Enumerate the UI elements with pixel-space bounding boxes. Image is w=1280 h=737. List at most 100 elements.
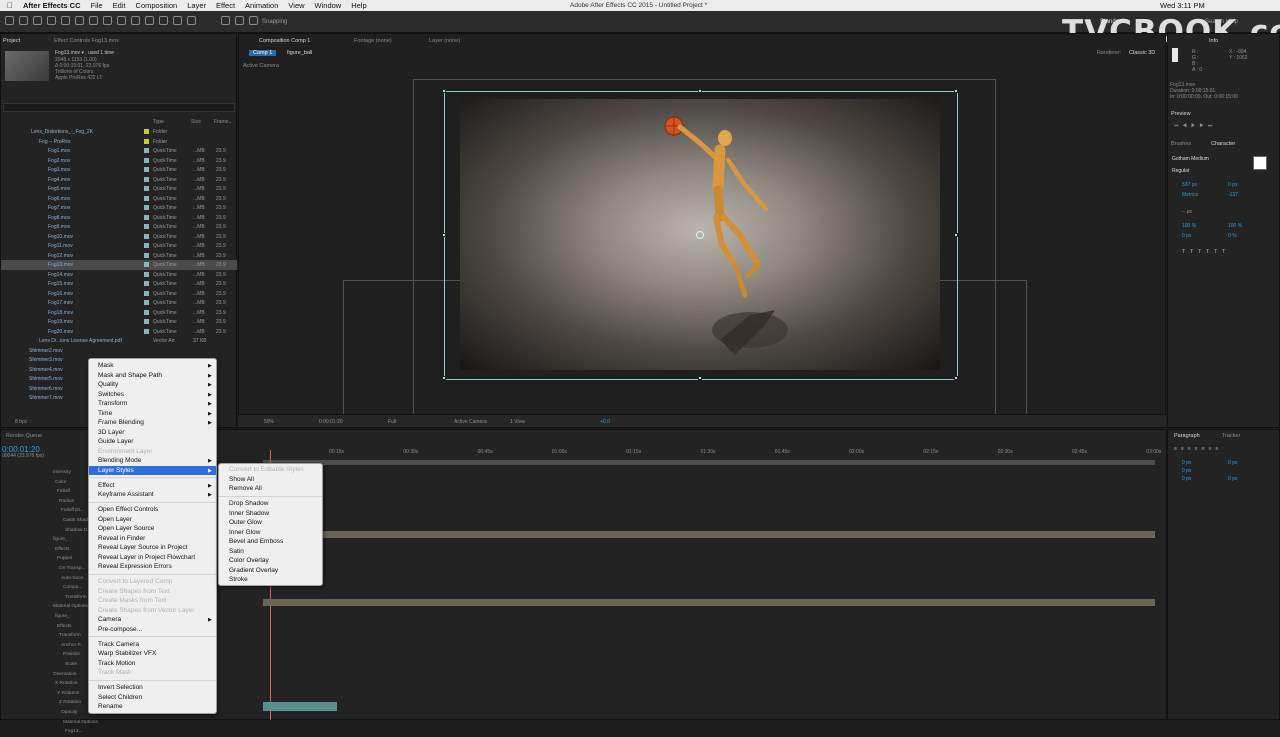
menu-item-layer-styles[interactable]: Layer Styles ▶	[89, 465, 216, 475]
label-color-swatch[interactable]	[144, 233, 149, 239]
text-style-buttons[interactable]: TTTTTT	[1182, 249, 1230, 255]
project-file-row[interactable]: Fog7.mov QuickTime ...MB 23.9	[1, 203, 237, 213]
menu-item-stroke[interactable]: Stroke	[219, 575, 322, 585]
label-color-swatch[interactable]	[144, 319, 149, 324]
brush-tool-icon[interactable]	[131, 16, 140, 25]
tab-footage[interactable]: Footage (none)	[354, 38, 392, 44]
menu-item-inner-shadow[interactable]: Inner Shadow	[219, 509, 322, 519]
menu-composition[interactable]: Composition	[131, 1, 183, 10]
label-color-swatch[interactable]	[144, 176, 149, 182]
snapping-toggle[interactable]: Snapping	[262, 19, 287, 25]
menu-item-transform[interactable]: Transform ▶	[89, 399, 216, 409]
menu-item-warp-stabilizer-vfx[interactable]: Warp Stabilizer VFX	[89, 649, 216, 659]
rotate-tool-icon[interactable]	[61, 16, 70, 25]
handle-tm[interactable]	[698, 89, 702, 93]
project-file-row[interactable]: Fog17.mov QuickTime ...MB 23.9	[1, 298, 237, 308]
breadcrumb-layer[interactable]: figure_ball	[287, 50, 312, 56]
font-size-value[interactable]: 537 px	[1182, 182, 1197, 188]
hand-tool-icon[interactable]	[33, 16, 42, 25]
tab-project[interactable]: Project	[3, 38, 20, 44]
tab-brushes[interactable]: Brushes	[1171, 141, 1191, 147]
menu-file[interactable]: File	[86, 1, 108, 10]
menu-view[interactable]: View	[283, 1, 309, 10]
menu-item-time[interactable]: Time ▶	[89, 409, 216, 419]
menu-item-mask[interactable]: Mask ▶	[89, 361, 216, 371]
label-color-swatch[interactable]	[144, 224, 149, 229]
menu-effect[interactable]: Effect	[211, 1, 240, 10]
tab-layer[interactable]: Layer (none)	[429, 38, 460, 44]
vertical-scale-value[interactable]: 100 %	[1182, 223, 1196, 229]
project-file-row[interactable]: Fog19.mov QuickTime ...MB 23.9	[1, 317, 237, 327]
handle-bl[interactable]	[442, 376, 446, 380]
handle-bm[interactable]	[698, 376, 702, 380]
type-tool-icon[interactable]	[117, 16, 126, 25]
menu-item-pre-compose[interactable]: Pre-compose...	[89, 625, 216, 635]
menu-item-drop-shadow[interactable]: Drop Shadow	[219, 499, 322, 509]
handle-tr[interactable]	[954, 89, 958, 93]
tab-info[interactable]: Info	[1209, 38, 1218, 44]
menu-item-frame-blending[interactable]: Frame Blending ▶	[89, 418, 216, 428]
stroke-width-value[interactable]: -- px	[1182, 209, 1192, 215]
menu-window[interactable]: Window	[310, 1, 347, 10]
handle-br[interactable]	[954, 376, 958, 380]
menu-item-mask-and-shape-path[interactable]: Mask and Shape Path ▶	[89, 371, 216, 381]
indent-left[interactable]: 0 px	[1182, 460, 1191, 466]
view-axis-icon[interactable]	[249, 16, 258, 25]
project-file-row[interactable]: Fog9.mov QuickTime ...MB 23.9	[1, 222, 237, 232]
horizontal-scale-value[interactable]: 100 %	[1228, 223, 1242, 229]
menu-item-quality[interactable]: Quality ▶	[89, 380, 216, 390]
pan-behind-tool-icon[interactable]	[89, 16, 98, 25]
menu-item-switches[interactable]: Switches ▶	[89, 390, 216, 400]
menu-item-keyframe-assistant[interactable]: Keyframe Assistant ▶	[89, 490, 216, 500]
label-color-swatch[interactable]	[144, 271, 149, 277]
menu-item-track-motion[interactable]: Track Motion	[89, 659, 216, 669]
world-axis-icon[interactable]	[235, 16, 244, 25]
menu-item-invert-selection[interactable]: Invert Selection	[89, 683, 216, 693]
label-color-swatch[interactable]	[144, 300, 149, 305]
menu-item-3d-layer[interactable]: 3D Layer	[89, 428, 216, 438]
menu-item-open-effect-controls[interactable]: Open Effect Controls	[89, 505, 216, 515]
menu-item-open-layer-source[interactable]: Open Layer Source	[89, 524, 216, 534]
tracking-value[interactable]: -137	[1228, 192, 1238, 198]
project-shimmer-row[interactable]: Shimmer2.mov	[1, 346, 237, 356]
tab-preview[interactable]: Preview	[1171, 111, 1191, 117]
menu-item-track-camera[interactable]: Track Camera	[89, 640, 216, 650]
project-file-row[interactable]: Fog5.mov QuickTime ...MB 23.9	[1, 184, 237, 194]
layer-bar-figure-2[interactable]	[263, 599, 1155, 606]
label-color-swatch[interactable]	[144, 243, 149, 248]
project-file-row[interactable]: Fog13.mov QuickTime ...MB 23.9	[1, 260, 237, 270]
views-dropdown[interactable]: 1 View	[510, 419, 525, 425]
menu-item-guide-layer[interactable]: Guide Layer	[89, 437, 216, 447]
apple-icon[interactable]: 	[0, 1, 18, 10]
tsume-value[interactable]: 0 %	[1228, 233, 1237, 239]
project-folder-row[interactable]: Lens_Distortions_-_Fog_2K Folder	[1, 127, 237, 137]
space-after[interactable]: 0 px	[1228, 476, 1237, 482]
handle-ml[interactable]	[442, 233, 446, 237]
project-file-row[interactable]: Fog4.mov QuickTime ...MB 23.9	[1, 175, 237, 185]
label-color-swatch[interactable]	[144, 328, 149, 334]
baseline-shift-value[interactable]: 0 px	[1182, 233, 1191, 239]
zoom-tool-icon[interactable]	[47, 16, 56, 25]
menu-item-camera[interactable]: Camera ▶	[89, 615, 216, 625]
project-file-row[interactable]: Fog16.mov QuickTime ...MB 23.9	[1, 289, 237, 299]
project-file-row[interactable]: Fog6.mov QuickTime ...MB 23.9	[1, 194, 237, 204]
menu-animation[interactable]: Animation	[240, 1, 283, 10]
indent-right[interactable]: 0 px	[1228, 460, 1237, 466]
label-color-swatch[interactable]	[144, 186, 149, 191]
project-folder-row[interactable]: Fog -- ProRes Folder	[1, 137, 237, 147]
layer-bar-figure-1[interactable]	[263, 531, 1155, 538]
menu-item-reveal-in-finder[interactable]: Reveal in Finder	[89, 534, 216, 544]
label-color-swatch[interactable]	[144, 195, 149, 201]
tab-tracker[interactable]: Tracker	[1222, 433, 1240, 439]
breadcrumb-comp[interactable]: Comp 1	[249, 50, 277, 56]
label-color-swatch[interactable]	[144, 309, 149, 315]
menu-item-show-all[interactable]: Show All	[219, 475, 322, 485]
handle-tl[interactable]	[442, 89, 446, 93]
project-file-row[interactable]: Fog18.mov QuickTime ...MB 23.9	[1, 308, 237, 318]
label-color-swatch[interactable]	[144, 138, 149, 144]
menu-item-gradient-overlay[interactable]: Gradient Overlay	[219, 566, 322, 576]
project-pdf-row[interactable]: Lens Di...ions License Agreement.pdf Vect…	[1, 336, 237, 346]
menu-item-open-layer[interactable]: Open Layer	[89, 515, 216, 525]
zoom-dropdown[interactable]: 50%	[264, 419, 274, 425]
project-file-row[interactable]: Fog15.mov QuickTime ...MB 23.9	[1, 279, 237, 289]
